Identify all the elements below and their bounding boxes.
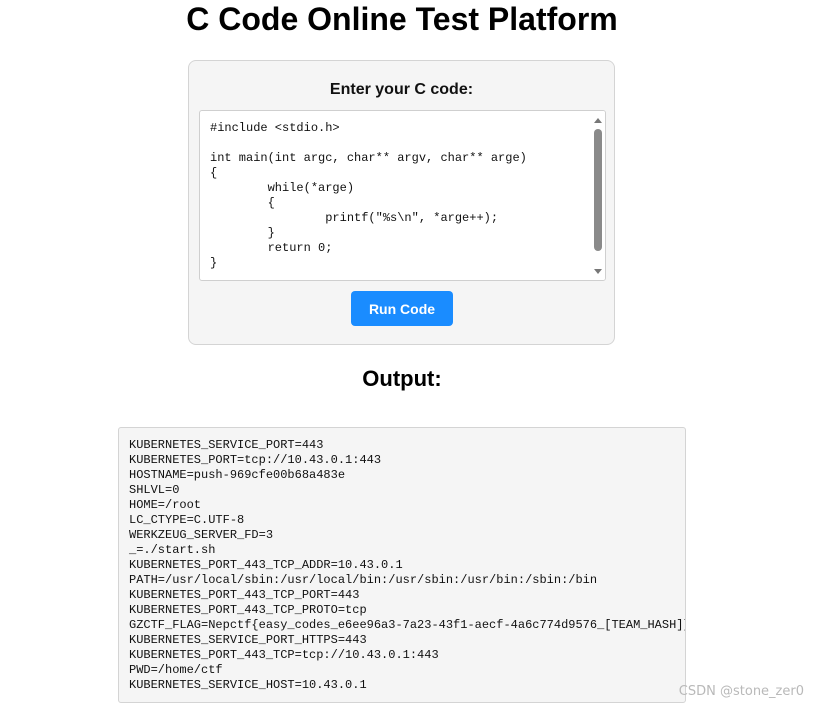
scroll-down-arrow-icon[interactable]	[591, 264, 605, 278]
output-line: PATH=/usr/local/sbin:/usr/local/bin:/usr…	[129, 573, 598, 587]
output-heading: Output:	[362, 366, 442, 391]
scroll-up-arrow-icon[interactable]	[591, 113, 605, 127]
code-form-card: Enter your C code: #include <stdio.h> in…	[188, 60, 615, 345]
output-line: SHLVL=0	[129, 483, 180, 497]
output-line: KUBERNETES_PORT_443_TCP_ADDR=10.43.0.1	[129, 558, 403, 572]
output-line: KUBERNETES_PORT=tcp://10.43.0.1:443	[129, 453, 382, 467]
output-line: PWD=/home/ctf	[129, 663, 223, 677]
code-textarea[interactable]: #include <stdio.h> int main(int argc, ch…	[199, 110, 606, 281]
code-textarea-content[interactable]: #include <stdio.h> int main(int argc, ch…	[200, 111, 591, 280]
output-line: KUBERNETES_SERVICE_HOST=10.43.0.1	[129, 678, 367, 692]
watermark: CSDN @stone_zer0	[678, 684, 804, 699]
code-input-label: Enter your C code:	[329, 81, 474, 98]
page: C Code Online Test Platform Enter your C…	[0, 0, 818, 710]
output-line: HOME=/root	[129, 498, 202, 512]
output-line: KUBERNETES_SERVICE_PORT_HTTPS=443	[129, 633, 367, 647]
output-line: WERKZEUG_SERVER_FD=3	[129, 528, 274, 542]
output-line: KUBERNETES_PORT_443_TCP_PROTO=tcp	[129, 603, 367, 617]
output-line: GZCTF_FLAG=Nepctf{easy_codes_e6ee96a3-7a…	[129, 618, 686, 632]
output-line: KUBERNETES_PORT_443_TCP=tcp://10.43.0.1:…	[129, 648, 439, 662]
output-panel: KUBERNETES_SERVICE_PORT=443 KUBERNETES_PO…	[118, 427, 686, 703]
scrollbar-thumb[interactable]	[594, 129, 602, 251]
run-code-button[interactable]: Run Code	[351, 291, 453, 326]
output-line: HOSTNAME=push-969cfe00b68a483e	[129, 468, 346, 482]
output-lines: KUBERNETES_SERVICE_PORT=443 KUBERNETES_PO…	[129, 438, 686, 693]
page-title: C Code Online Test Platform	[186, 1, 618, 37]
output-line: KUBERNETES_SERVICE_PORT=443	[129, 438, 324, 452]
output-line: KUBERNETES_PORT_443_TCP_PORT=443	[129, 588, 360, 602]
output-line: LC_CTYPE=C.UTF-8	[129, 513, 245, 527]
code-textarea-scrollbar[interactable]	[591, 111, 605, 280]
output-line: _=./start.sh	[129, 543, 216, 557]
